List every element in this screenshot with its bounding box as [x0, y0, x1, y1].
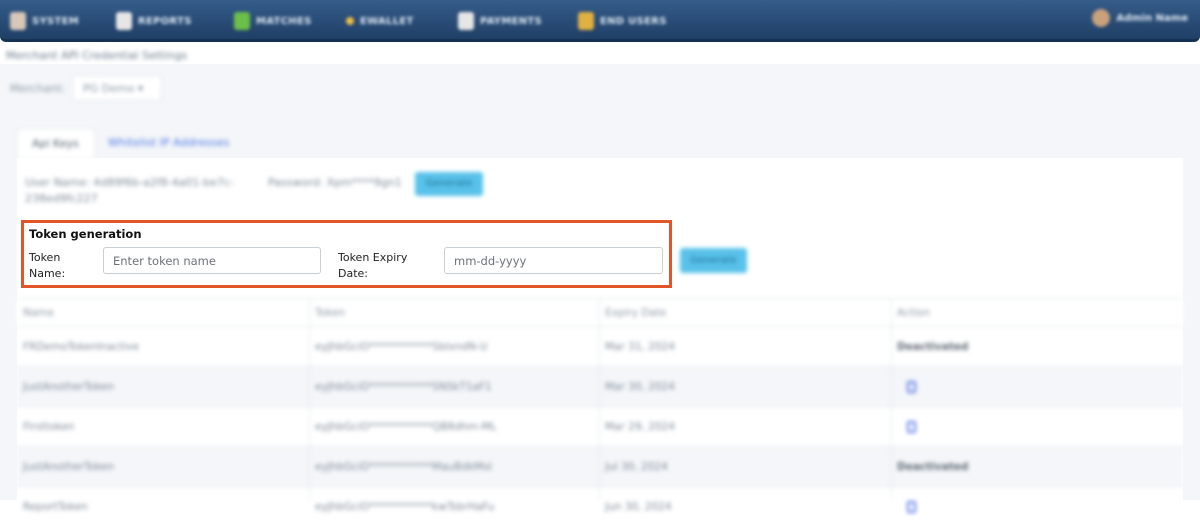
token-expiry-date-input[interactable]: [444, 247, 663, 274]
token-expiry-cell: Jul 30, 2024: [605, 460, 668, 473]
token-generate-button[interactable]: Generate: [680, 248, 747, 273]
token-name-cell: JustAnotherToken: [23, 460, 115, 473]
nav-payments[interactable]: PAYMENTS: [458, 9, 542, 33]
token-name-cell: ReportToken: [23, 500, 88, 513]
token-expiry-cell: Mar 29, 2024: [605, 420, 675, 433]
token-expiry-label-line2: Date:: [338, 267, 368, 280]
nav-label: END USERS: [600, 15, 667, 27]
merchant-band: [0, 64, 1200, 112]
token-expiry-cell: Mar 30, 2024: [605, 380, 675, 393]
credential-password: Password: Xpm****9gn1: [268, 176, 402, 189]
token-value-cell: eyJhbGciO************SNSkT1aF1: [315, 380, 492, 393]
delete-icon[interactable]: [907, 500, 916, 513]
system-icon: [10, 12, 26, 30]
nav-label: PAYMENTS: [480, 15, 543, 27]
table-row: FRDemoTokenInactive eyJhbGciO***********…: [17, 326, 1183, 366]
token-expiry-cell: Jun 30, 2024: [605, 500, 672, 513]
token-expiry-label-line1: Token Expiry: [338, 251, 408, 264]
nav-system[interactable]: SYSTEM: [10, 9, 79, 33]
tab-whitelist-ip[interactable]: Whitelist IP Addresses: [108, 136, 229, 149]
column-divider: [891, 298, 892, 500]
token-action-cell: [897, 367, 916, 406]
user-menu[interactable]: Admin Name: [1092, 9, 1188, 27]
token-table: Name Token Expiry Date Action FRDemoToke…: [17, 298, 1183, 526]
table-row: JustAnotherToken eyJhbGciO************Ma…: [17, 446, 1183, 486]
column-header-expiry: Expiry Date: [605, 306, 667, 319]
matches-icon: [234, 12, 250, 30]
token-action-cell: [897, 407, 916, 446]
merchant-value: PG Demo: [83, 82, 135, 95]
token-value-cell: eyJhbGciO************SbIxndN-U: [315, 340, 488, 353]
avatar: [1092, 9, 1111, 27]
table-row: Firsttoken eyJhbGciO************QB8dhm-M…: [17, 406, 1183, 446]
breadcrumb: Merchant API Credential Settings: [6, 49, 188, 62]
token-status-deactivated: Deactivated: [897, 340, 969, 353]
token-name-label: Token Name:: [29, 250, 65, 282]
nav-label: MATCHES: [256, 15, 312, 27]
credential-generate-button[interactable]: Generate: [415, 172, 483, 196]
token-value-cell: eyJhbGciO************kwTsbrHaFu: [315, 500, 495, 513]
column-divider: [309, 298, 310, 500]
token-value-cell: eyJhbGciO************MauBdkMsI: [315, 460, 492, 473]
column-header-name: Name: [23, 306, 54, 319]
token-name-input[interactable]: [103, 247, 321, 274]
merchant-label: Merchant:: [10, 82, 66, 95]
nav-end-users[interactable]: END USERS: [578, 9, 667, 33]
nav-matches[interactable]: MATCHES: [234, 9, 312, 33]
table-row: JustAnotherToken eyJhbGciO************SN…: [17, 366, 1183, 406]
column-divider: [599, 298, 600, 500]
tab-api-keys[interactable]: Api Keys: [17, 128, 95, 158]
token-expiry-label: Token Expiry Date:: [338, 250, 407, 282]
token-generation-heading: Token generation: [29, 227, 142, 241]
token-name-cell: FRDemoTokenInactive: [23, 340, 140, 353]
delete-icon[interactable]: [907, 420, 916, 433]
table-header-row: Name Token Expiry Date Action: [17, 298, 1183, 326]
token-action-cell: [897, 487, 916, 526]
reports-icon: [116, 12, 132, 30]
nav-label: REPORTS: [138, 15, 192, 27]
nav-reports[interactable]: REPORTS: [116, 9, 192, 33]
ewallet-icon: [346, 17, 354, 25]
token-expiry-cell: Mar 31, 2024: [605, 340, 675, 353]
merchant-select[interactable]: PG Demo ▾: [72, 75, 162, 101]
nav-ewallet[interactable]: EWALLET: [346, 9, 414, 33]
user-name: Admin Name: [1116, 12, 1188, 24]
token-name-label-line1: Token: [29, 251, 61, 264]
nav-label: EWALLET: [360, 15, 414, 27]
token-name-cell: JustAnotherToken: [23, 380, 115, 393]
token-name-label-line2: Name:: [29, 267, 66, 280]
top-navigation-bar: SYSTEM REPORTS MATCHES EWALLET PAYMENTS …: [0, 0, 1200, 42]
token-status-deactivated: Deactivated: [897, 460, 969, 473]
payments-icon: [458, 12, 474, 30]
end-users-icon: [578, 12, 594, 30]
token-value-cell: eyJhbGciO************QB8dhm-ML: [315, 420, 497, 433]
column-header-token: Token: [315, 306, 345, 319]
token-name-cell: Firsttoken: [23, 420, 75, 433]
table-row: ReportToken eyJhbGciO************kwTsbrH…: [17, 486, 1183, 526]
chevron-down-icon: ▾: [137, 82, 144, 95]
nav-label: SYSTEM: [32, 15, 80, 27]
credential-user-name: User Name: 4d89f6b-a2f8-4a01-be7c-238ed9…: [25, 176, 235, 205]
column-header-action: Action: [897, 306, 930, 319]
delete-icon[interactable]: [907, 380, 916, 393]
